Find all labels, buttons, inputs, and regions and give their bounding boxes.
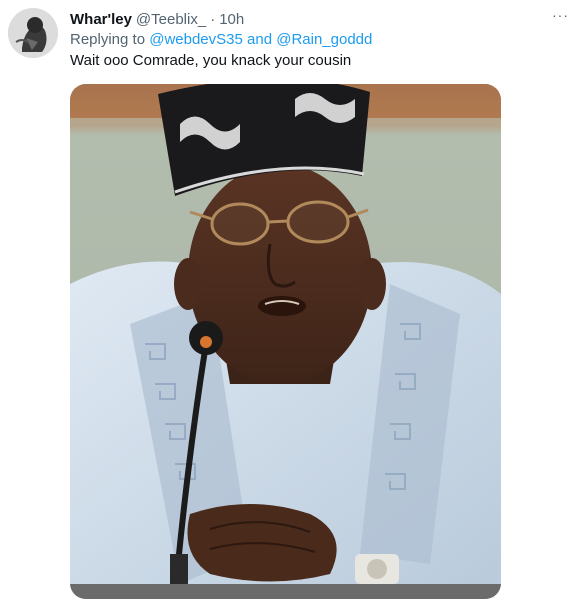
avatar-image bbox=[8, 8, 58, 58]
tweet-media-image[interactable] bbox=[70, 84, 501, 599]
avatar[interactable] bbox=[8, 8, 58, 58]
replying-conjunction: and bbox=[247, 31, 273, 48]
tweet-card: Whar'ley @Teeblix_ · 10h ··· Replying to… bbox=[0, 0, 571, 599]
replying-to-label: Replying to bbox=[70, 31, 146, 48]
mention-webdevs35[interactable]: @webdevS35 bbox=[149, 31, 243, 48]
tweet-text: Wait ooo Comrade, you knack your cousin bbox=[70, 52, 352, 69]
mention-rain-goddd[interactable]: @Rain_goddd bbox=[276, 31, 372, 48]
timestamp[interactable]: 10h bbox=[219, 11, 244, 28]
replying-to: Replying to @webdevS35 and @Rain_goddd bbox=[70, 31, 372, 48]
separator-dot: · bbox=[210, 10, 216, 28]
user-handle[interactable]: @Teeblix_ bbox=[136, 11, 206, 28]
tweet-header: Whar'ley @Teeblix_ · 10h bbox=[70, 8, 244, 30]
display-name[interactable]: Whar'ley bbox=[70, 11, 132, 28]
media-photo bbox=[70, 84, 501, 599]
more-options-icon[interactable]: ··· bbox=[552, 8, 568, 25]
